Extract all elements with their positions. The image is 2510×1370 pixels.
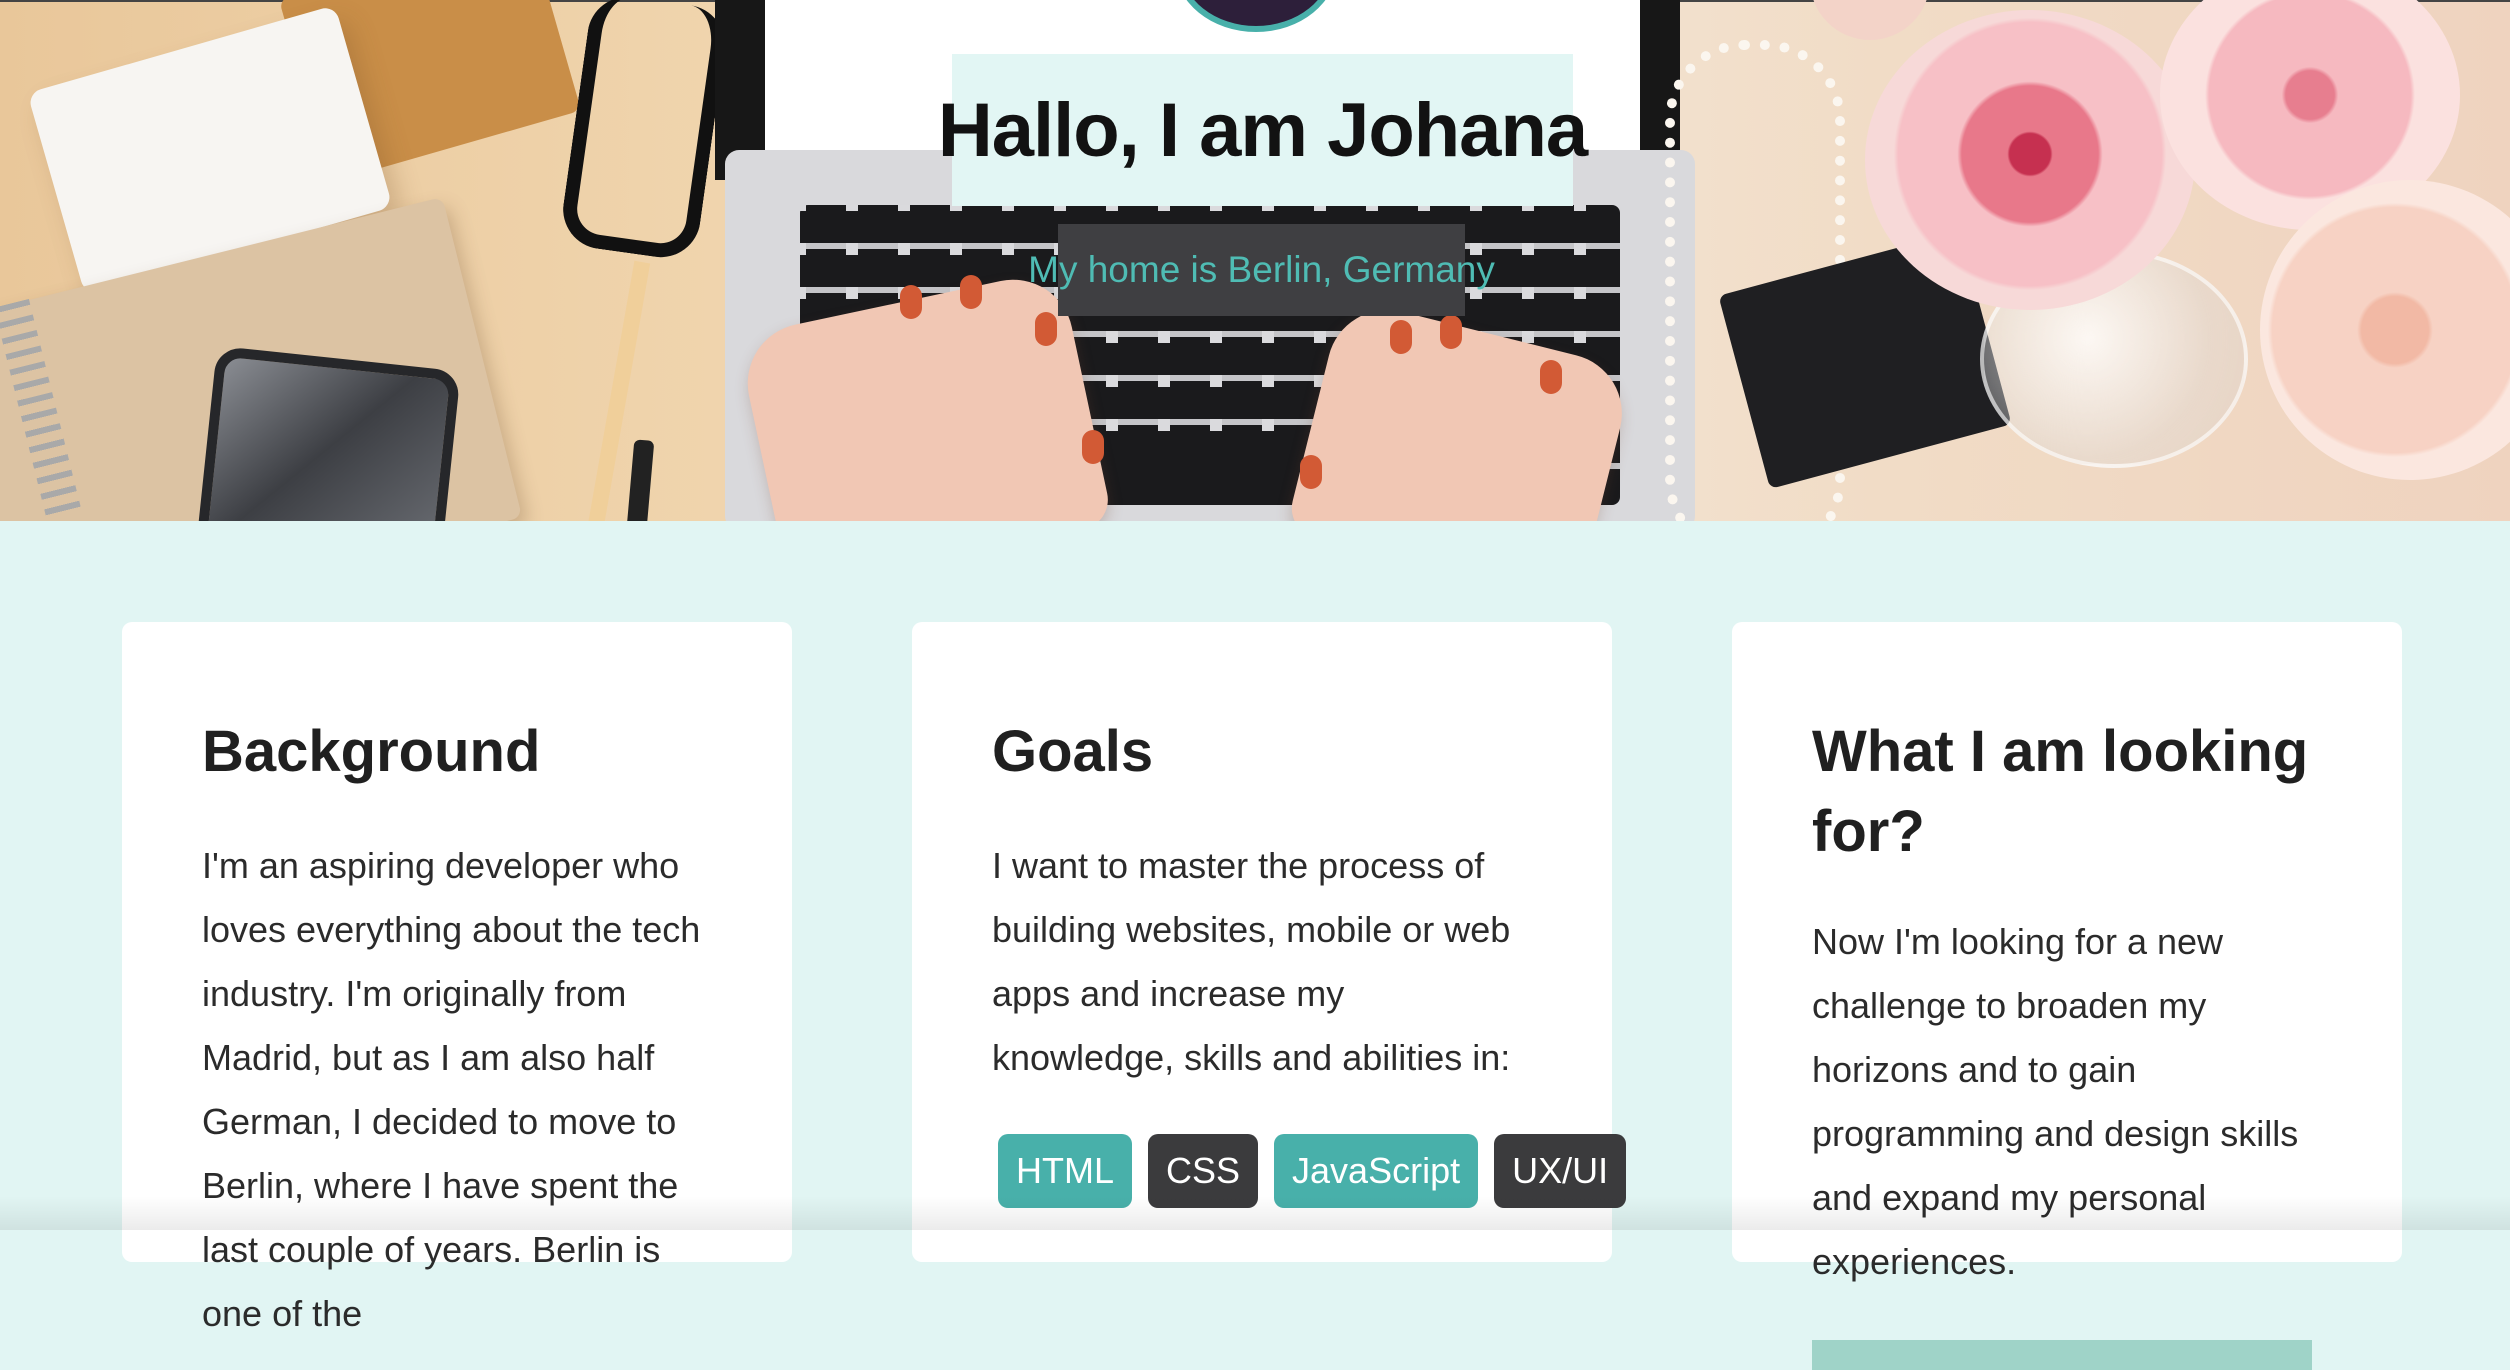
tag-javascript[interactable]: JavaScript xyxy=(1274,1134,1479,1208)
tag-css[interactable]: CSS xyxy=(1148,1134,1259,1208)
card-text: I want to master the process of building… xyxy=(992,845,1511,1078)
card-text: Now I'm looking for a new challenge to b… xyxy=(1812,921,2299,1282)
card-heading: Goals xyxy=(992,719,1154,784)
card-text: I'm an aspiring developer who loves ever… xyxy=(202,845,701,1334)
fingernail xyxy=(1440,315,1462,349)
fingernail xyxy=(1300,455,1322,489)
hero-title-box: Hallo, I am Johana xyxy=(938,54,1588,206)
rose-decor xyxy=(1810,0,1930,40)
card-heading: What I am looking for? xyxy=(1812,719,2309,864)
page-title: Hallo, I am Johana xyxy=(937,87,1588,173)
fingernail xyxy=(1035,312,1057,346)
fingernail xyxy=(960,275,982,309)
skill-tags: HTML CSS JavaScript UX/UI xyxy=(992,1134,1627,1208)
glasses-decor xyxy=(557,0,731,263)
rose-decor xyxy=(1865,10,2195,310)
card-heading: Background xyxy=(202,719,541,784)
contact-button[interactable] xyxy=(1812,1340,2312,1370)
tag-html[interactable]: HTML xyxy=(998,1134,1132,1208)
card-looking-for: What I am looking for? Now I'm looking f… xyxy=(1732,622,2402,1370)
page-subtitle: My home is Berlin, Germany xyxy=(1028,249,1495,290)
card-background: Background I'm an aspiring developer who… xyxy=(122,622,792,1334)
fingernail xyxy=(900,285,922,319)
fingernail xyxy=(1082,430,1104,464)
hero-subtitle-box: My home is Berlin, Germany xyxy=(1028,224,1495,316)
hero-banner: Hallo, I am Johana My home is Berlin, Ge… xyxy=(0,0,2510,521)
pen-decor xyxy=(625,439,655,521)
smartphone-decor xyxy=(194,345,461,521)
fingernail xyxy=(1540,360,1562,394)
card-goals: Goals I want to master the process of bu… xyxy=(912,622,1627,1262)
fingernail xyxy=(1390,320,1412,354)
tag-ux-ui[interactable]: UX/UI xyxy=(1494,1134,1627,1208)
